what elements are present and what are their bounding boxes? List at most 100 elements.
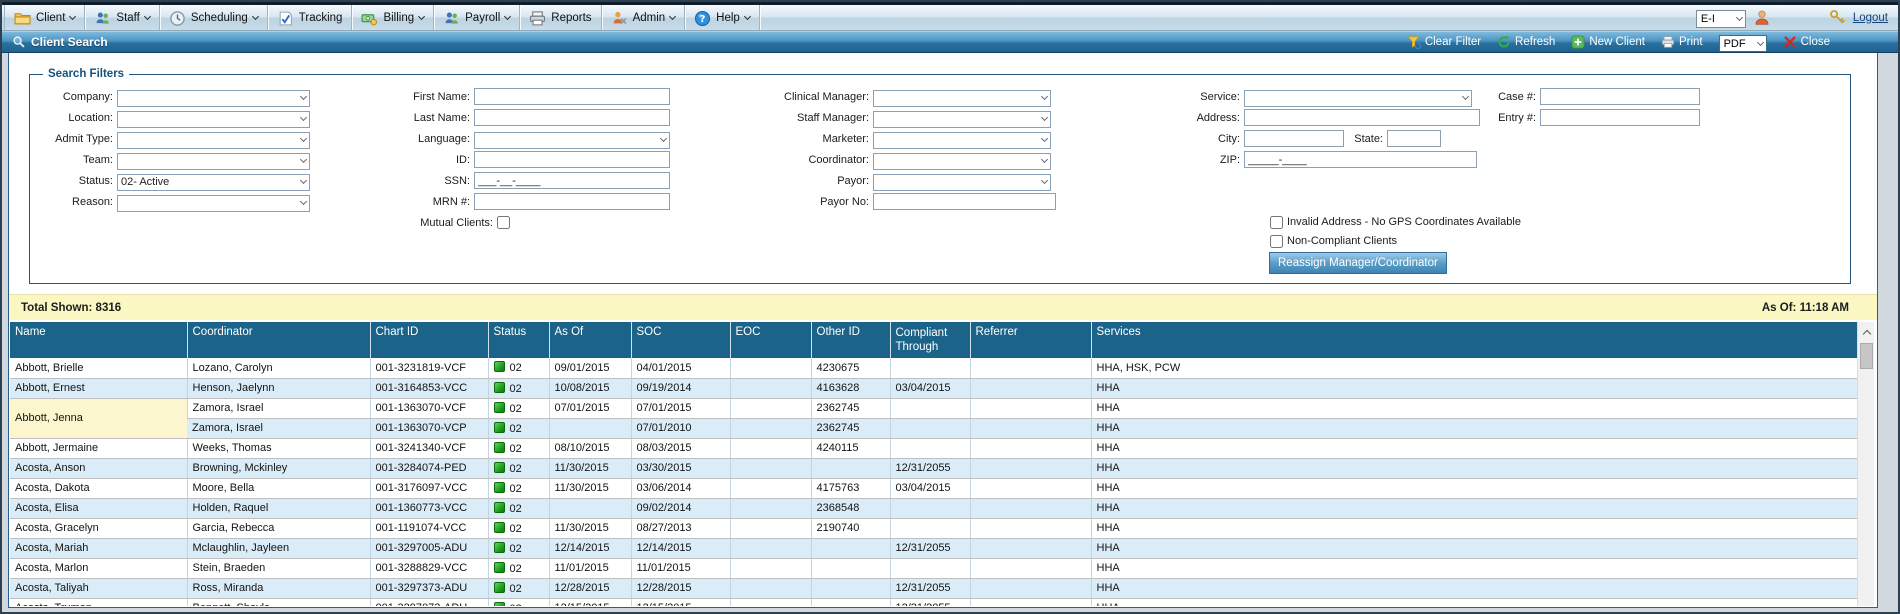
invalid-address-checkbox[interactable] — [1270, 216, 1283, 229]
language-select[interactable] — [474, 132, 670, 149]
menu-label: Scheduling — [191, 12, 248, 24]
last-name-input[interactable] — [474, 109, 670, 126]
col-header-as-of[interactable]: As Of — [549, 322, 631, 358]
chevron-down-icon — [144, 12, 151, 19]
table-row[interactable]: Acosta, GracelynGarcia, Rebecca001-11910… — [10, 518, 1857, 538]
table-row[interactable]: Acosta, MarlonStein, Braeden001-3288829-… — [10, 558, 1857, 578]
status-select[interactable]: 02- Active — [117, 174, 310, 191]
menu-item-billing[interactable]: Billing — [352, 5, 434, 30]
table-vertical-scrollbar[interactable] — [1857, 322, 1874, 606]
scrollbar-thumb[interactable] — [1860, 343, 1873, 369]
cell-other-id — [811, 458, 890, 478]
clear-filter-button[interactable]: Clear Filter — [1407, 35, 1481, 49]
entity-select[interactable]: E-I — [1696, 10, 1746, 28]
cell-status: 02 — [488, 538, 549, 558]
mrn-input[interactable] — [474, 193, 670, 210]
col-header-status[interactable]: Status — [488, 322, 549, 358]
table-row[interactable]: Zamora, Israel001-1363070-VCP0207/01/201… — [10, 418, 1857, 438]
print-format-select[interactable]: PDF — [1719, 35, 1767, 52]
reassign-manager-coordinator-button[interactable]: Reassign Manager/Coordinator — [1269, 252, 1447, 274]
marketer-select[interactable] — [873, 132, 1051, 149]
cell-eoc — [730, 558, 811, 578]
client-search-window: Client Staff Scheduling Tracking Billing… — [0, 0, 1900, 614]
close-button[interactable]: Close — [1783, 35, 1830, 49]
location-select[interactable] — [117, 111, 310, 128]
marketer-label: Marketer: — [773, 133, 873, 145]
company-select[interactable] — [117, 90, 310, 107]
cell-name: Acosta, Elisa — [10, 498, 187, 518]
cell-services: HHA — [1091, 378, 1857, 398]
table-row[interactable]: Acosta, ElisaHolden, Raquel001-1360773-V… — [10, 498, 1857, 518]
menu-item-tracking[interactable]: Tracking — [268, 5, 353, 30]
col-header-coordinator[interactable]: Coordinator — [187, 322, 370, 358]
table-row[interactable]: Abbott, BrielleLozano, Carolyn001-323181… — [10, 358, 1857, 378]
cell-coordinator: Mclaughlin, Jayleen — [187, 538, 370, 558]
address-input[interactable] — [1244, 109, 1480, 126]
status-green-icon — [494, 462, 505, 473]
new-client-button[interactable]: New Client — [1571, 35, 1645, 49]
user-avatar-icon[interactable] — [1753, 9, 1771, 27]
zip-input[interactable] — [1244, 151, 1477, 168]
coordinator-select[interactable] — [873, 153, 1051, 170]
mutual-clients-checkbox[interactable] — [497, 216, 510, 229]
cell-as-of: 08/10/2015 — [549, 438, 631, 458]
table-row[interactable]: Acosta, DakotaMoore, Bella001-3176097-VC… — [10, 478, 1857, 498]
cell-status: 02 — [488, 378, 549, 398]
cell-as-of: 07/01/2015 — [549, 398, 631, 418]
table-row[interactable]: Acosta, TrumanBennett, Shayla001-3297073… — [10, 598, 1857, 606]
id-input[interactable] — [474, 151, 670, 168]
cell-other-id: 4163628 — [811, 378, 890, 398]
menu-item-admin[interactable]: Admin — [602, 5, 686, 30]
table-row[interactable]: Abbott, JennaZamora, Israel001-1363070-V… — [10, 398, 1857, 418]
refresh-button[interactable]: Refresh — [1497, 35, 1555, 49]
team-select[interactable] — [117, 153, 310, 170]
cell-soc: 08/27/2013 — [631, 518, 730, 538]
col-header-chart-id[interactable]: Chart ID — [370, 322, 488, 358]
cell-other-id: 4175763 — [811, 478, 890, 498]
cell-referrer — [970, 558, 1091, 578]
staff-manager-select[interactable] — [873, 111, 1051, 128]
col-header-eoc[interactable]: EOC — [730, 322, 811, 358]
payor-no-input[interactable] — [873, 193, 1056, 210]
table-row[interactable]: Acosta, MariahMclaughlin, Jayleen001-329… — [10, 538, 1857, 558]
scroll-up-arrow-icon[interactable] — [1858, 324, 1875, 340]
city-input[interactable] — [1244, 130, 1344, 147]
case-no-input[interactable] — [1540, 88, 1700, 105]
menu-item-client[interactable]: Client — [4, 5, 85, 30]
clinical-manager-select[interactable] — [873, 90, 1051, 107]
col-header-soc[interactable]: SOC — [631, 322, 730, 358]
menu-item-payroll[interactable]: Payroll — [434, 5, 520, 30]
entry-no-input[interactable] — [1540, 109, 1700, 126]
cell-as-of: 09/01/2015 — [549, 358, 631, 378]
table-row[interactable]: Acosta, TaliyahRoss, Miranda001-3297373-… — [10, 578, 1857, 598]
table-row[interactable]: Abbott, ErnestHenson, Jaelynn001-3164853… — [10, 378, 1857, 398]
menu-item-help[interactable]: ? Help — [685, 5, 760, 30]
col-header-services[interactable]: Services — [1091, 322, 1857, 358]
menu-item-staff[interactable]: Staff — [85, 5, 159, 30]
menu-item-scheduling[interactable]: Scheduling — [160, 5, 268, 30]
reason-select[interactable] — [117, 195, 310, 212]
state-input[interactable] — [1387, 130, 1441, 147]
logout-link[interactable]: Logout — [1853, 12, 1888, 24]
ssn-input[interactable] — [474, 172, 670, 189]
col-header-other-id[interactable]: Other ID — [811, 322, 890, 358]
col-header-compliant-through[interactable]: Compliant Through — [890, 322, 970, 358]
table-row[interactable]: Acosta, AnsonBrowning, Mckinley001-32840… — [10, 458, 1857, 478]
col-header-referrer[interactable]: Referrer — [970, 322, 1091, 358]
cell-referrer — [970, 358, 1091, 378]
service-select[interactable] — [1244, 90, 1472, 107]
table-row[interactable]: Abbott, JermaineWeeks, Thomas001-3241340… — [10, 438, 1857, 458]
cell-soc: 12/28/2015 — [631, 578, 730, 598]
chevron-down-icon — [744, 12, 751, 19]
print-button[interactable]: Print — [1661, 35, 1703, 49]
menu-item-reports[interactable]: Reports — [520, 5, 601, 30]
cell-other-id: 4230675 — [811, 358, 890, 378]
admit-type-select[interactable] — [117, 132, 310, 149]
cell-compliant-through: 12/31/2055 — [890, 578, 970, 598]
cell-services: HHA — [1091, 578, 1857, 598]
non-compliant-checkbox[interactable] — [1270, 235, 1283, 248]
col-header-name[interactable]: Name — [10, 322, 187, 358]
payor-select[interactable] — [873, 174, 1051, 191]
cell-other-id: 2190740 — [811, 518, 890, 538]
first-name-input[interactable] — [474, 88, 670, 105]
